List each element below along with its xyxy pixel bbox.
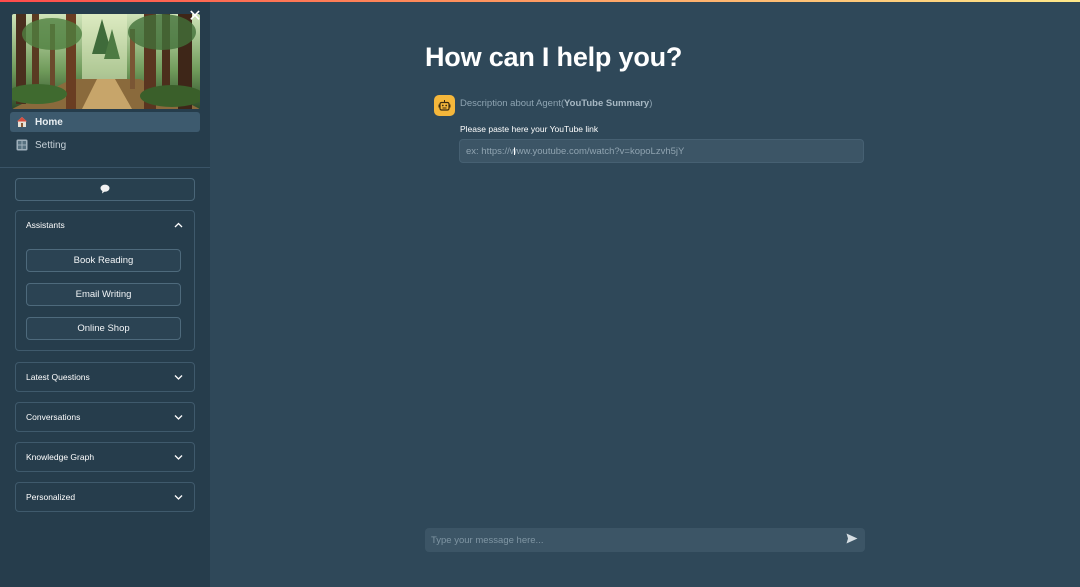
sidebar-item-label: Home: [35, 116, 63, 128]
assistants-header[interactable]: Assistants: [16, 211, 194, 239]
conversations-expander[interactable]: Conversations: [15, 402, 195, 432]
chevron-down-icon: [173, 412, 183, 422]
new-chat-button[interactable]: [15, 178, 195, 201]
personalized-expander[interactable]: Personalized: [15, 482, 195, 512]
send-button[interactable]: [845, 533, 859, 547]
agent-description: Description about Agent(YouTube Summary): [460, 98, 652, 109]
chevron-down-icon: [173, 372, 183, 382]
grid-icon: [16, 139, 28, 151]
home-icon: [16, 116, 28, 128]
latest-questions-title: Latest Questions: [26, 372, 90, 382]
chat-message-input[interactable]: [425, 528, 835, 552]
sidebar-divider: [0, 167, 210, 168]
chevron-up-icon: [173, 220, 183, 230]
agent-desc-suffix: ): [649, 98, 653, 109]
chevron-down-icon: [173, 492, 183, 502]
sidebar: ✕ Home Setting Assistants Book Reading E…: [0, 2, 210, 587]
robot-icon: [434, 95, 455, 116]
send-icon: [846, 531, 858, 549]
sidebar-forest-image: [12, 14, 200, 109]
assistant-online-shop-button[interactable]: Online Shop: [26, 317, 181, 340]
assistants-expander: Assistants Book Reading Email Writing On…: [15, 210, 195, 351]
sidebar-item-home[interactable]: Home: [10, 112, 200, 132]
personalized-title: Personalized: [26, 492, 76, 502]
agent-name: YouTube Summary: [564, 98, 650, 109]
knowledge-graph-expander[interactable]: Knowledge Graph: [15, 442, 195, 472]
youtube-link-label: Please paste here your YouTube link: [460, 124, 599, 134]
assistant-email-writing-button[interactable]: Email Writing: [26, 283, 181, 306]
youtube-link-input[interactable]: [459, 139, 864, 163]
knowledge-graph-title: Knowledge Graph: [26, 452, 95, 462]
chat-input-bar: [425, 528, 865, 552]
sidebar-item-setting[interactable]: Setting: [10, 135, 200, 155]
conversations-title: Conversations: [26, 412, 81, 422]
sidebar-item-label: Setting: [35, 139, 67, 151]
agent-desc-prefix: Description about Agent(: [460, 98, 565, 109]
page-title: How can I help you?: [425, 42, 683, 72]
assistants-title: Assistants: [26, 220, 65, 230]
chevron-down-icon: [173, 452, 183, 462]
speech-bubble-icon: [100, 181, 110, 199]
assistant-book-reading-button[interactable]: Book Reading: [26, 249, 181, 272]
latest-questions-expander[interactable]: Latest Questions: [15, 362, 195, 392]
close-sidebar-button[interactable]: ✕: [186, 8, 204, 26]
